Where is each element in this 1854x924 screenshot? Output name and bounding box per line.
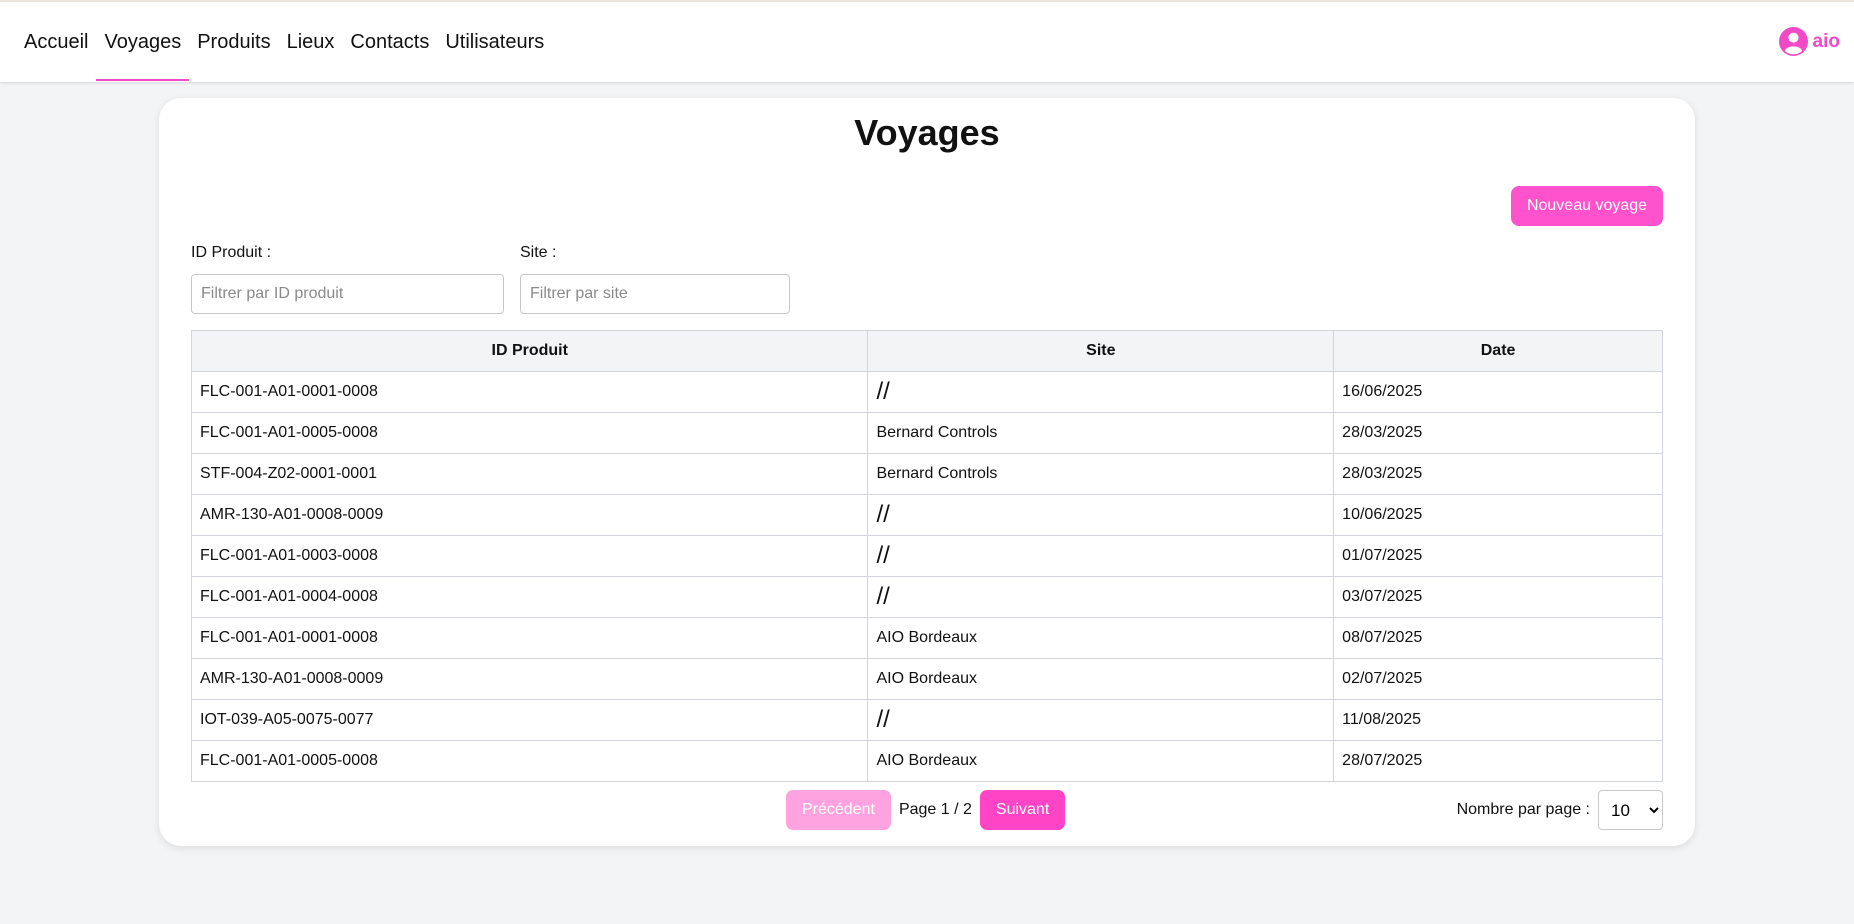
voyages-card: Voyages Nouveau voyage ID Produit : Site… bbox=[159, 98, 1695, 846]
cell-site: // bbox=[867, 699, 1335, 741]
cell-site: // bbox=[867, 576, 1335, 618]
per-page-label: Nombre par page : bbox=[1456, 801, 1590, 818]
nav-links: Accueil Voyages Produits Lieux Contacts Utili… bbox=[16, 2, 552, 82]
cell-date: 08/07/2025 bbox=[1333, 617, 1663, 659]
nav-accueil[interactable]: Accueil bbox=[16, 2, 96, 82]
cell-date: 03/07/2025 bbox=[1333, 576, 1663, 618]
cell-product-id: FLC-001-A01-0004-0008 bbox=[190, 576, 869, 618]
page-title: Voyages bbox=[854, 112, 1000, 153]
cell-product-id: STF-004-Z02-0001-0001 bbox=[190, 453, 869, 495]
product-filter-label: ID Produit : bbox=[191, 244, 272, 261]
table-row[interactable]: FLC-001-A01-0005-0008 Bernard Controls 28/… bbox=[190, 412, 1663, 454]
nav-utilisateurs[interactable]: Utilisateurs bbox=[437, 2, 552, 82]
table-row[interactable]: AMR-130-A01-0008-0009//10/06/2025 bbox=[190, 494, 1663, 536]
voyages-table: ID Produit Site Date FLC-001-A01-0001-00… bbox=[190, 330, 1663, 782]
cell-date: 10/06/2025 bbox=[1333, 494, 1663, 536]
cell-date: 28/07/2025 bbox=[1333, 740, 1663, 782]
cell-product-id: FLC-001-A01-0001-0008 bbox=[190, 371, 869, 413]
header-date[interactable]: Date bbox=[1333, 330, 1663, 372]
pagination: Précédent Page 1 / 2 Suivant bbox=[786, 790, 1066, 830]
page-indicator: Page 1 / 2 bbox=[898, 801, 972, 818]
site-filter-input[interactable] bbox=[520, 274, 790, 314]
site-filter-label: Site : bbox=[520, 244, 557, 261]
table-row[interactable]: FLC-001-A01-0001-0008 AIO Bordeaux 08/07/2… bbox=[190, 617, 1663, 659]
header-product-id[interactable]: ID Produit bbox=[190, 330, 869, 372]
table-header-row: ID Produit Site Date bbox=[190, 330, 1663, 372]
cell-site: // bbox=[867, 494, 1335, 536]
new-voyage-button[interactable]: Nouveau voyage bbox=[1511, 186, 1663, 226]
cell-site: // bbox=[867, 371, 1335, 413]
user-menu[interactable]: aio bbox=[1778, 26, 1840, 57]
table-row[interactable]: FLC-001-A01-0001-0008//16/06/2025 bbox=[190, 371, 1663, 413]
next-page-button[interactable]: Suivant bbox=[979, 790, 1066, 830]
per-page-select[interactable]: 10 bbox=[1598, 790, 1663, 830]
cell-product-id: AMR-130-A01-0008-0009 bbox=[190, 494, 869, 536]
table-row[interactable]: FLC-001-A01-0004-0008//03/07/2025 bbox=[190, 576, 1663, 618]
user-circle-icon bbox=[1778, 26, 1809, 57]
cell-site: // bbox=[867, 535, 1335, 577]
nav-voyages[interactable]: Voyages bbox=[96, 2, 189, 82]
nav-lieux[interactable]: Lieux bbox=[279, 2, 343, 82]
cell-site: AIO Bordeaux bbox=[867, 617, 1335, 659]
cell-site: AIO Bordeaux bbox=[867, 740, 1335, 782]
table-body: FLC-001-A01-0001-0008//16/06/2025 FLC-001… bbox=[190, 371, 1663, 782]
cell-date: 28/03/2025 bbox=[1333, 412, 1663, 454]
cell-site: AIO Bordeaux bbox=[867, 658, 1335, 700]
cell-date: 01/07/2025 bbox=[1333, 535, 1663, 577]
nav-produits[interactable]: Produits bbox=[189, 2, 278, 82]
table-row[interactable]: AMR-130-A01-0008-0009 AIO Bordeaux 02/07/2… bbox=[190, 658, 1663, 700]
user-name: aio bbox=[1812, 30, 1840, 52]
cell-product-id: FLC-001-A01-0003-0008 bbox=[190, 535, 869, 577]
nav-contacts[interactable]: Contacts bbox=[342, 2, 437, 82]
cell-date: 11/08/2025 bbox=[1333, 699, 1663, 741]
table-row[interactable]: FLC-001-A01-0003-0008//01/07/2025 bbox=[190, 535, 1663, 577]
header-site[interactable]: Site bbox=[867, 330, 1335, 372]
previous-page-button[interactable]: Précédent bbox=[786, 790, 891, 830]
cell-product-id: IOT-039-A05-0075-0077 bbox=[190, 699, 869, 741]
cell-site: Bernard Controls bbox=[867, 412, 1335, 454]
table-row[interactable]: FLC-001-A01-0005-0008 AIO Bordeaux 28/07/2… bbox=[190, 740, 1663, 782]
cell-date: 16/06/2025 bbox=[1333, 371, 1663, 413]
per-page-control: Nombre par page : 10 bbox=[1457, 790, 1663, 830]
table-row[interactable]: STF-004-Z02-0001-0001 Bernard Controls 28/… bbox=[190, 453, 1663, 495]
cell-product-id: FLC-001-A01-0001-0008 bbox=[190, 617, 869, 659]
table-row[interactable]: IOT-039-A05-0075-0077//11/08/2025 bbox=[190, 699, 1663, 741]
cell-date: 02/07/2025 bbox=[1333, 658, 1663, 700]
cell-product-id: AMR-130-A01-0008-0009 bbox=[190, 658, 869, 700]
cell-product-id: FLC-001-A01-0005-0008 bbox=[190, 740, 869, 782]
cell-site: Bernard Controls bbox=[867, 453, 1335, 495]
top-navbar: Accueil Voyages Produits Lieux Contacts Utili… bbox=[0, 2, 1854, 82]
product-filter-input[interactable] bbox=[191, 274, 504, 314]
cell-product-id: FLC-001-A01-0005-0008 bbox=[190, 412, 869, 454]
cell-date: 28/03/2025 bbox=[1333, 453, 1663, 495]
